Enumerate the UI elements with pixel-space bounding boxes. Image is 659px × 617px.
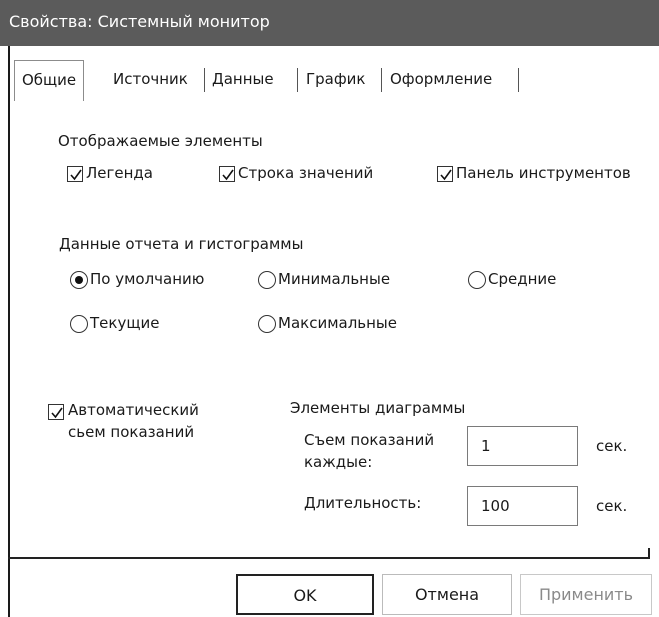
tab-general-label: Общие (22, 71, 77, 89)
title-bar: Свойства: Системный монитор (0, 0, 659, 46)
checkmark-icon (440, 169, 452, 181)
default-radio-label: По умолчанию (90, 270, 205, 288)
checkmark-icon (70, 169, 82, 181)
tab-graph[interactable]: График (306, 60, 366, 98)
content-frame-corner (648, 548, 650, 559)
value-bar-label: Строка значений (238, 164, 374, 182)
window-title: Свойства: Системный монитор (9, 12, 270, 31)
legend-checkbox[interactable] (67, 166, 83, 182)
minimum-radio[interactable] (258, 271, 276, 289)
tab-appearance-label: Оформление (390, 70, 493, 88)
auto-sample-label-line2: сьем показаний (68, 423, 195, 441)
checkmark-icon (51, 407, 63, 419)
duration-unit: сек. (596, 497, 628, 515)
sample-every-label-line1: Съем показаний (304, 431, 435, 449)
radio-selected-dot (75, 276, 83, 284)
current-radio-label: Текущие (90, 314, 160, 332)
average-radio-label: Средние (488, 270, 557, 288)
sample-interval-unit: сек. (596, 437, 628, 455)
tab-general[interactable]: Общие (14, 60, 85, 101)
toolbar-label: Панель инструментов (456, 164, 631, 182)
report-data-heading: Данные отчета и гистограммы (59, 235, 304, 253)
duration-label: Длительность: (304, 494, 422, 512)
default-radio[interactable] (70, 271, 88, 289)
tab-separator (297, 68, 298, 92)
apply-button[interactable]: Применить (520, 574, 652, 615)
dialog-border (8, 46, 10, 617)
tab-data-label: Данные (212, 70, 274, 88)
minimum-radio-label: Минимальные (278, 270, 391, 288)
tab-separator (204, 68, 205, 92)
duration-input[interactable]: 100 (467, 486, 578, 526)
sample-interval-input[interactable]: 1 (467, 426, 578, 466)
tab-source-label: Источник (113, 70, 188, 88)
tab-separator (518, 68, 519, 92)
tab-appearance[interactable]: Оформление (390, 60, 492, 98)
ok-button[interactable]: OK (236, 574, 374, 615)
tab-data[interactable]: Данные (212, 60, 274, 98)
current-radio[interactable] (70, 315, 88, 333)
content-frame-bottom (8, 557, 650, 559)
display-elements-heading: Отображаемые элементы (58, 132, 263, 150)
value-bar-checkbox[interactable] (219, 166, 235, 182)
checkmark-icon (222, 169, 234, 181)
properties-dialog: Свойства: Системный монитор Общие Источн… (0, 0, 659, 617)
auto-sample-label-line1: Автоматический (68, 401, 199, 419)
maximum-radio[interactable] (258, 315, 276, 333)
tab-source[interactable]: Источник (113, 60, 188, 98)
average-radio[interactable] (468, 271, 486, 289)
legend-label: Легенда (86, 164, 153, 182)
tab-graph-label: График (306, 70, 366, 88)
graph-elements-heading: Элементы диаграммы (290, 399, 466, 417)
tab-separator (381, 68, 382, 92)
sample-every-label-line2: каждые: (304, 453, 373, 471)
maximum-radio-label: Максимальные (278, 314, 398, 332)
cancel-button[interactable]: Отмена (382, 574, 512, 615)
toolbar-checkbox[interactable] (437, 166, 453, 182)
auto-sample-checkbox[interactable] (48, 404, 64, 420)
